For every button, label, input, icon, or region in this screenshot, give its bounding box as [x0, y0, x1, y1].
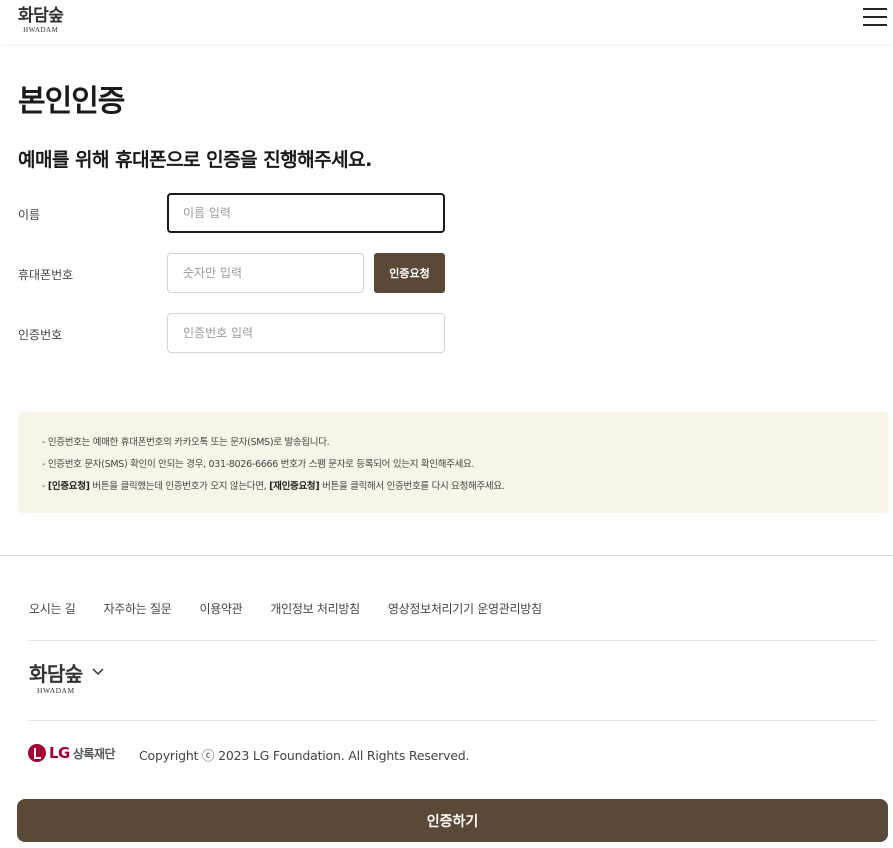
phone-input[interactable]: [167, 253, 364, 293]
page-subtitle: 예매를 위해 휴대폰으로 인증을 진행해주세요.: [18, 149, 372, 171]
verify-submit-button[interactable]: 인증하기: [17, 799, 888, 842]
footer-logo-korean: 화담숲: [29, 662, 83, 686]
lg-text: LG: [49, 744, 70, 762]
notice-item-3: - [인증요청] 버튼을 클릭했는데 인증번호가 오지 않는다면, [재인증요청…: [42, 476, 888, 498]
code-input[interactable]: [167, 313, 445, 353]
chevron-down-icon[interactable]: [91, 664, 105, 678]
name-label: 이름: [18, 208, 41, 222]
logo-korean: 화담숲: [18, 6, 64, 26]
phone-label: 휴대폰번호: [18, 268, 74, 282]
name-input[interactable]: [167, 193, 445, 233]
request-code-button[interactable]: 인증요청: [374, 253, 445, 293]
footer-logo[interactable]: 화담숲 HWADAM: [29, 662, 83, 695]
footer-link-directions[interactable]: 오시는 길: [29, 600, 76, 617]
footer-link-terms[interactable]: 이용약관: [199, 600, 242, 617]
footer-divider-1: [29, 640, 877, 641]
notice-item-1: - 인증번호는 예매한 휴대폰번호의 카카오톡 또는 문자(SMS)로 발송됩니…: [42, 437, 330, 448]
hwadam-logo[interactable]: 화담숲 HWADAM: [18, 6, 64, 34]
notice-box: - 인증번호는 예매한 휴대폰번호의 카카오톡 또는 문자(SMS)로 발송됩니…: [18, 412, 888, 513]
page-title: 본인인증: [18, 84, 125, 119]
hamburger-menu-icon[interactable]: [863, 8, 887, 30]
footer-divider-2: [29, 720, 877, 721]
footer-logo-english: HWADAM: [37, 686, 75, 695]
lg-foundation-logo: LG 상록재단: [28, 744, 116, 762]
footer-links: 오시는 길 자주하는 질문 이용약관 개인정보 처리방침 영상정보처리기기 운영…: [29, 600, 570, 617]
lg-circle-icon: [28, 744, 46, 762]
notice-item-3-bold-request: [인증요청]: [47, 481, 90, 492]
code-label: 인증번호: [18, 328, 63, 342]
notice-item-3-mid: 버튼을 클릭했는데 인증번호가 오지 않는다면,: [89, 481, 270, 492]
logo-english: HWADAM: [23, 26, 59, 34]
footer-divider: [0, 555, 893, 556]
top-header: 화담숲 HWADAM: [0, 0, 893, 44]
lg-foundation-name: 상록재단: [72, 746, 116, 761]
footer-link-privacy[interactable]: 개인정보 처리방침: [270, 600, 360, 617]
footer-link-cctv-policy[interactable]: 영상정보처리기기 운영관리방침: [388, 600, 542, 617]
notice-item-3-bold-rerequest: [재인증요청]: [269, 481, 320, 492]
footer-link-faq[interactable]: 자주하는 질문: [103, 600, 171, 617]
notice-item-2: - 인증번호 문자(SMS) 확인이 안되는 경우, 031-8026-6666…: [42, 459, 475, 470]
copyright-text: Copyright ⓒ 2023 LG Foundation. All Righ…: [139, 748, 470, 763]
notice-item-3-suffix: 버튼을 클릭해서 인증번호를 다시 요청해주세요.: [319, 481, 505, 492]
